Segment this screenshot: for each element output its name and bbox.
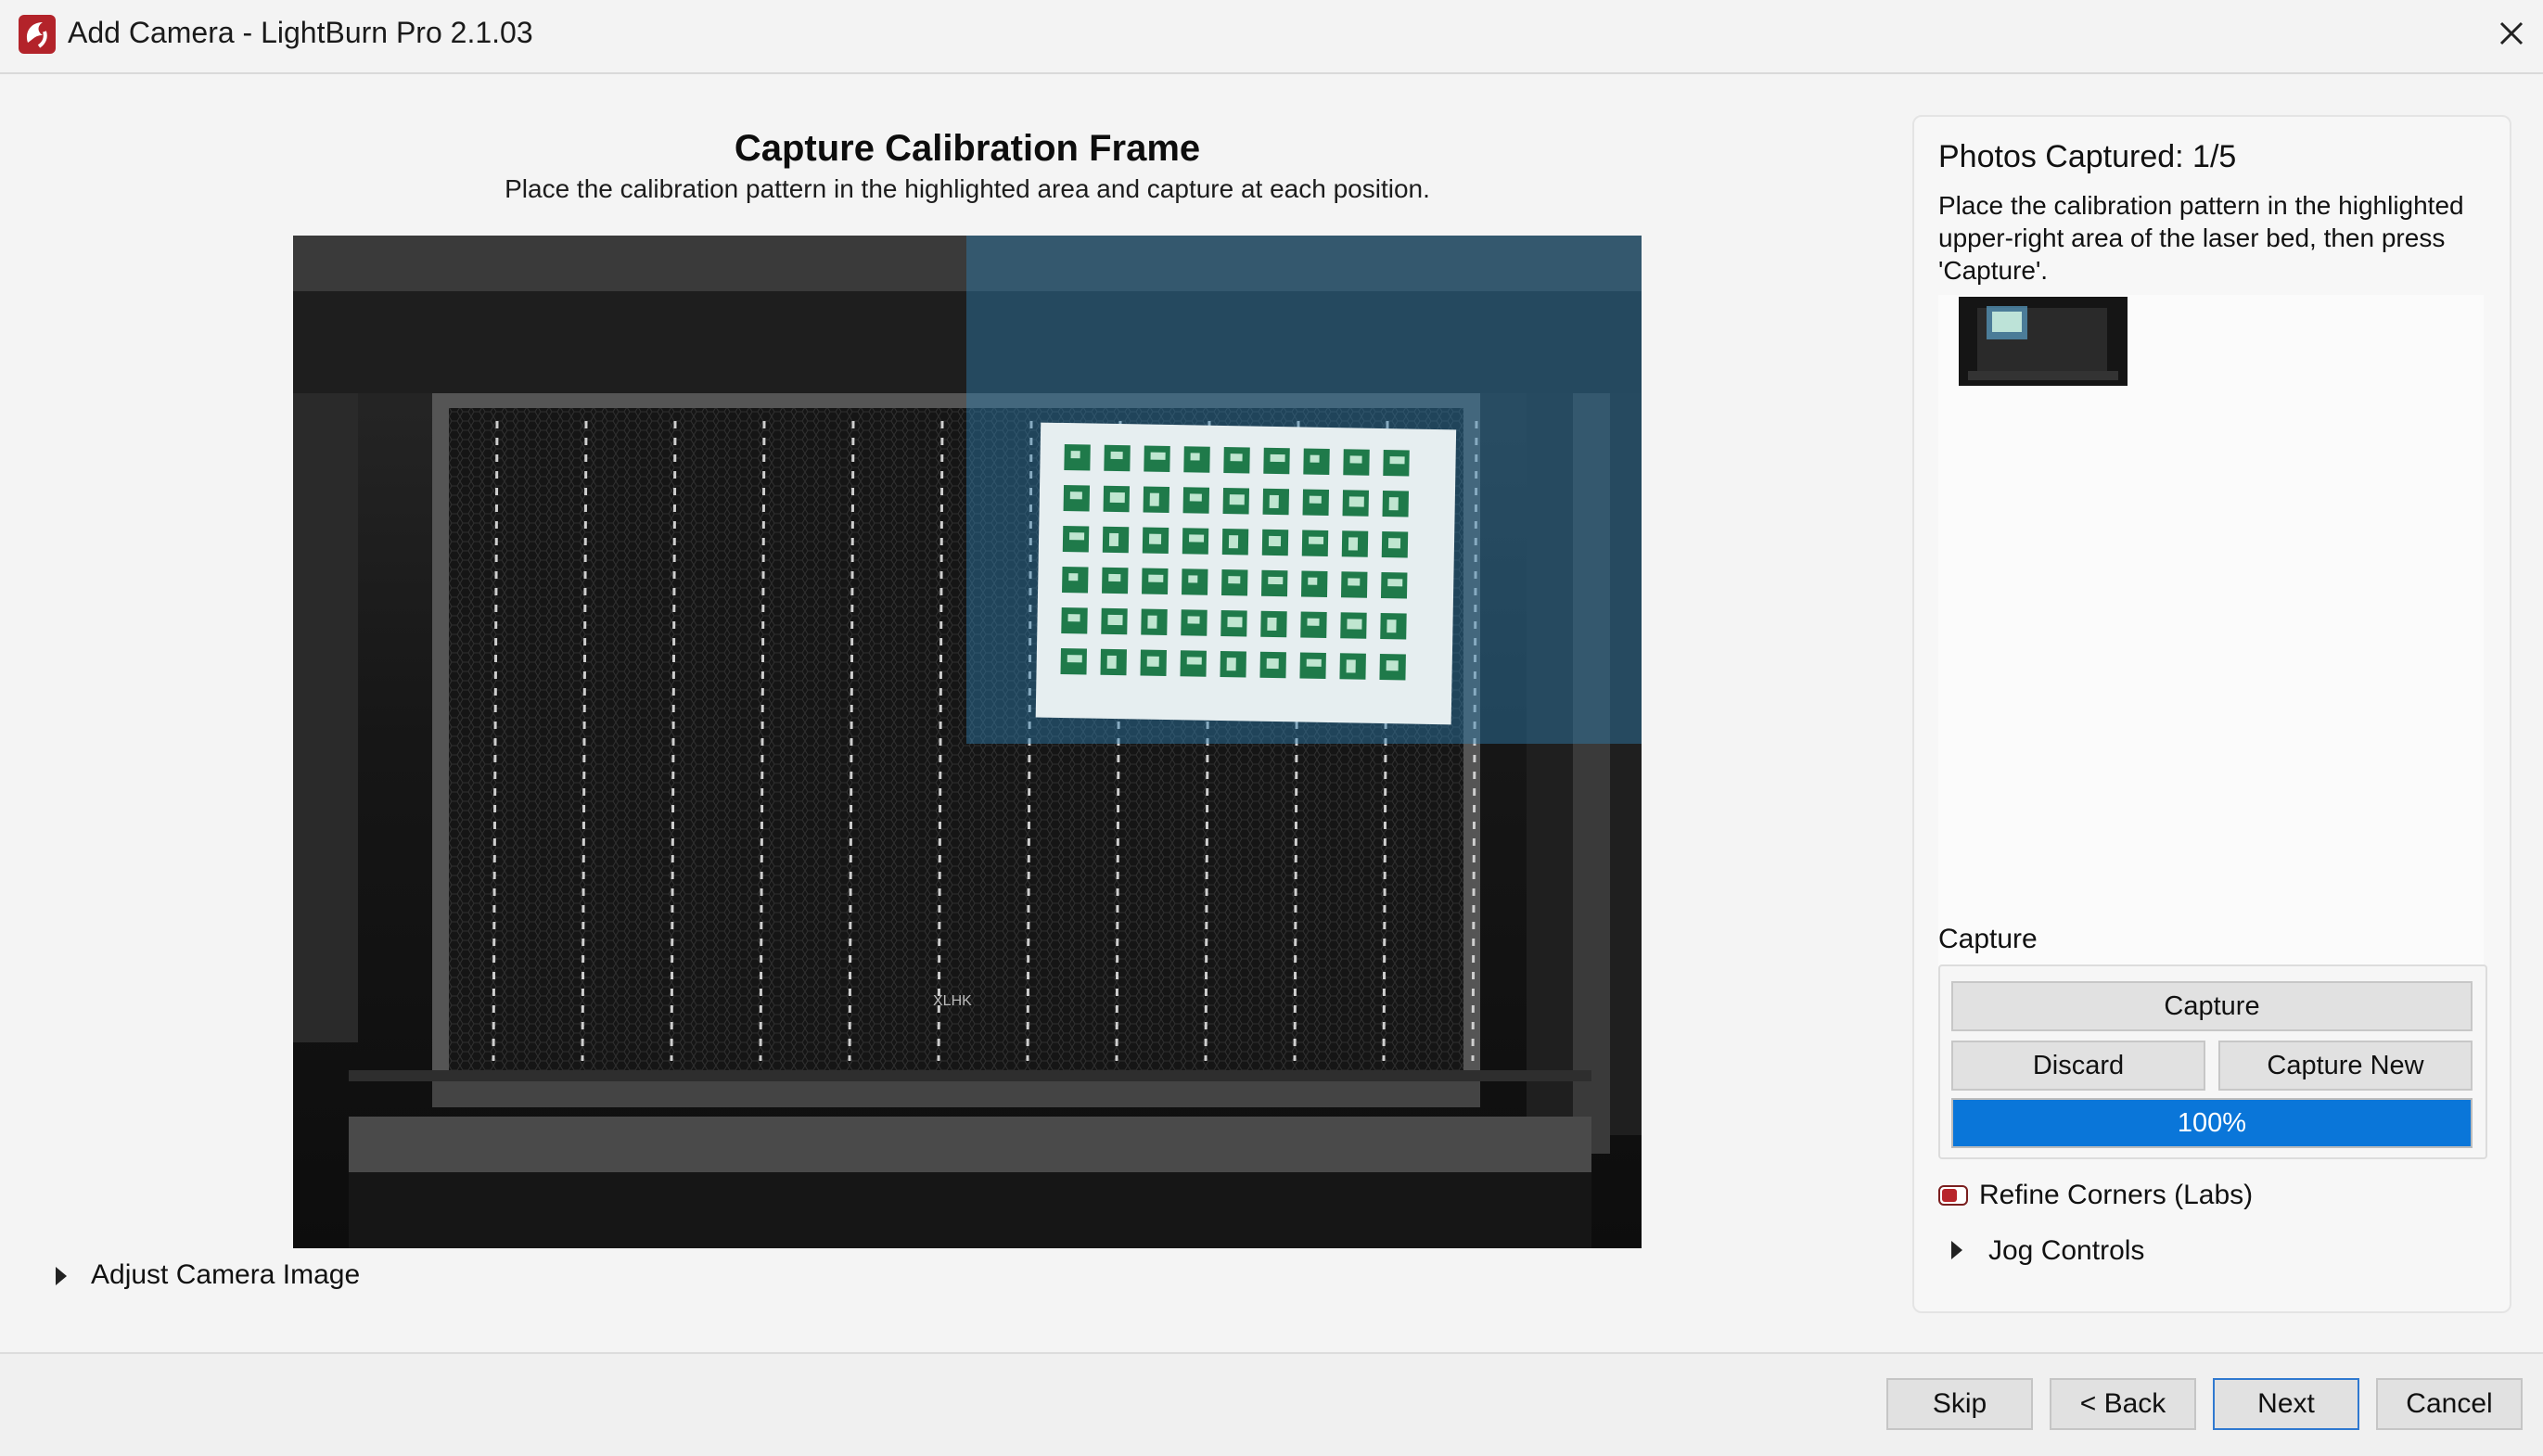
aruco-marker-pattern bbox=[1347, 619, 1362, 630]
aruco-marker-pattern bbox=[1110, 451, 1123, 460]
aruco-marker-pattern bbox=[1187, 616, 1200, 624]
refine-corners-toggle[interactable] bbox=[1938, 1185, 1968, 1206]
capture-controls: Capture Discard Capture New Sample 100% bbox=[1938, 964, 2487, 1159]
aruco-marker-pattern bbox=[1186, 657, 1202, 665]
aruco-marker-pattern bbox=[1106, 655, 1117, 670]
camera-preview: XLHK bbox=[293, 236, 1642, 1248]
captured-photo-thumbnail[interactable] bbox=[1959, 297, 2128, 386]
photos-captured-count: Photos Captured: 1/5 bbox=[1938, 139, 2237, 174]
jog-controls-label: Jog Controls bbox=[1988, 1235, 2145, 1266]
capture-panel: Photos Captured: 1/5 Place the calibrati… bbox=[1912, 115, 2511, 1313]
chevron-right-icon bbox=[56, 1267, 67, 1285]
aruco-marker-pattern bbox=[1268, 576, 1284, 585]
aruco-marker-pattern bbox=[1068, 573, 1079, 581]
page-title: Capture Calibration Frame bbox=[734, 128, 1201, 169]
aruco-marker-pattern bbox=[1230, 453, 1243, 462]
aruco-marker-pattern bbox=[1148, 574, 1164, 582]
bed-brand-label: XLHK bbox=[933, 993, 972, 1009]
window-title: Add Camera - LightBurn Pro 2.1.03 bbox=[68, 16, 533, 49]
aruco-marker-pattern bbox=[1309, 495, 1322, 504]
aruco-marker-pattern bbox=[1386, 660, 1399, 671]
toggle-knob bbox=[1942, 1189, 1957, 1202]
aruco-marker-pattern bbox=[1389, 456, 1405, 465]
aruco-marker-pattern bbox=[1228, 535, 1239, 549]
aruco-marker-pattern bbox=[1307, 618, 1320, 626]
aruco-marker-pattern bbox=[1067, 655, 1082, 663]
aruco-marker-pattern bbox=[1107, 614, 1123, 626]
aruco-marker-pattern bbox=[1147, 615, 1157, 629]
cancel-button[interactable]: Cancel bbox=[2376, 1378, 2523, 1430]
aruco-marker-pattern bbox=[1109, 492, 1125, 504]
dialog-footer: Skip < Back Next Cancel bbox=[0, 1352, 2543, 1456]
capture-new-sample-button[interactable]: Capture New Sample bbox=[2218, 1041, 2473, 1127]
aruco-marker-pattern bbox=[1387, 579, 1403, 587]
aruco-marker-pattern bbox=[1070, 451, 1080, 459]
aruco-marker-pattern bbox=[1266, 658, 1279, 670]
aruco-marker-pattern bbox=[1146, 656, 1159, 667]
back-button[interactable]: < Back bbox=[2050, 1378, 2196, 1430]
aruco-marker-pattern bbox=[1069, 492, 1082, 500]
aruco-marker-pattern bbox=[1229, 494, 1245, 505]
next-button[interactable]: Next bbox=[2213, 1378, 2359, 1430]
aruco-marker-pattern bbox=[1267, 617, 1277, 632]
captured-photos-list bbox=[1938, 295, 2484, 1022]
aruco-marker-pattern bbox=[1308, 536, 1324, 544]
capture-progress-bar: 100% bbox=[1951, 1098, 2473, 1148]
aruco-marker-pattern bbox=[1308, 577, 1318, 585]
aruco-marker-pattern bbox=[1226, 658, 1236, 671]
skip-button[interactable]: Skip bbox=[1886, 1378, 2033, 1430]
aruco-marker-pattern bbox=[1387, 619, 1397, 633]
aruco-marker-pattern bbox=[1310, 454, 1320, 463]
aruco-marker-pattern bbox=[1108, 532, 1119, 547]
aruco-marker-pattern bbox=[1189, 493, 1202, 502]
aruco-marker-pattern bbox=[1069, 532, 1085, 541]
aruco-marker-pattern bbox=[1387, 538, 1401, 549]
aruco-marker-pattern bbox=[1349, 455, 1362, 464]
aruco-marker-pattern bbox=[1348, 537, 1359, 551]
aruco-marker-pattern bbox=[1388, 497, 1399, 511]
aruco-marker-pattern bbox=[1228, 576, 1241, 584]
title-bar: Add Camera - LightBurn Pro 2.1.03 bbox=[0, 0, 2543, 74]
adjust-camera-image-label: Adjust Camera Image bbox=[91, 1259, 361, 1290]
aruco-marker-pattern bbox=[1067, 614, 1080, 622]
aruco-marker-pattern bbox=[1348, 496, 1364, 507]
aruco-marker-pattern bbox=[1148, 533, 1162, 544]
aruco-marker-pattern bbox=[1270, 453, 1285, 463]
aruco-marker-pattern bbox=[1108, 573, 1121, 582]
aruco-marker-pattern bbox=[1190, 453, 1200, 461]
aruco-marker-pattern bbox=[1306, 658, 1322, 667]
aruco-marker-pattern bbox=[1227, 617, 1243, 628]
close-icon[interactable] bbox=[2493, 15, 2530, 52]
lightburn-logo-icon bbox=[19, 15, 56, 54]
capture-instructions: Place the calibration pattern in the hig… bbox=[1938, 191, 2464, 285]
progress-label: 100% bbox=[2177, 1108, 2247, 1138]
refine-corners-label: Refine Corners (Labs) bbox=[1979, 1180, 2254, 1210]
chevron-right-icon bbox=[1951, 1241, 1962, 1259]
discard-button[interactable]: Discard bbox=[1951, 1041, 2205, 1091]
aruco-marker-pattern bbox=[1348, 578, 1361, 586]
capture-section-heading: Capture bbox=[1938, 924, 2038, 954]
aruco-marker-pattern bbox=[1189, 534, 1205, 543]
aruco-marker-pattern bbox=[1346, 659, 1356, 673]
aruco-marker-pattern bbox=[1188, 575, 1198, 583]
page-subtitle: Place the calibration pattern in the hig… bbox=[505, 174, 1430, 203]
aruco-marker-pattern bbox=[1150, 452, 1166, 460]
capture-button[interactable]: Capture bbox=[1951, 981, 2473, 1031]
aruco-marker-pattern bbox=[1268, 535, 1282, 547]
aruco-marker-pattern bbox=[1269, 494, 1279, 509]
aruco-marker-pattern bbox=[1149, 492, 1159, 506]
